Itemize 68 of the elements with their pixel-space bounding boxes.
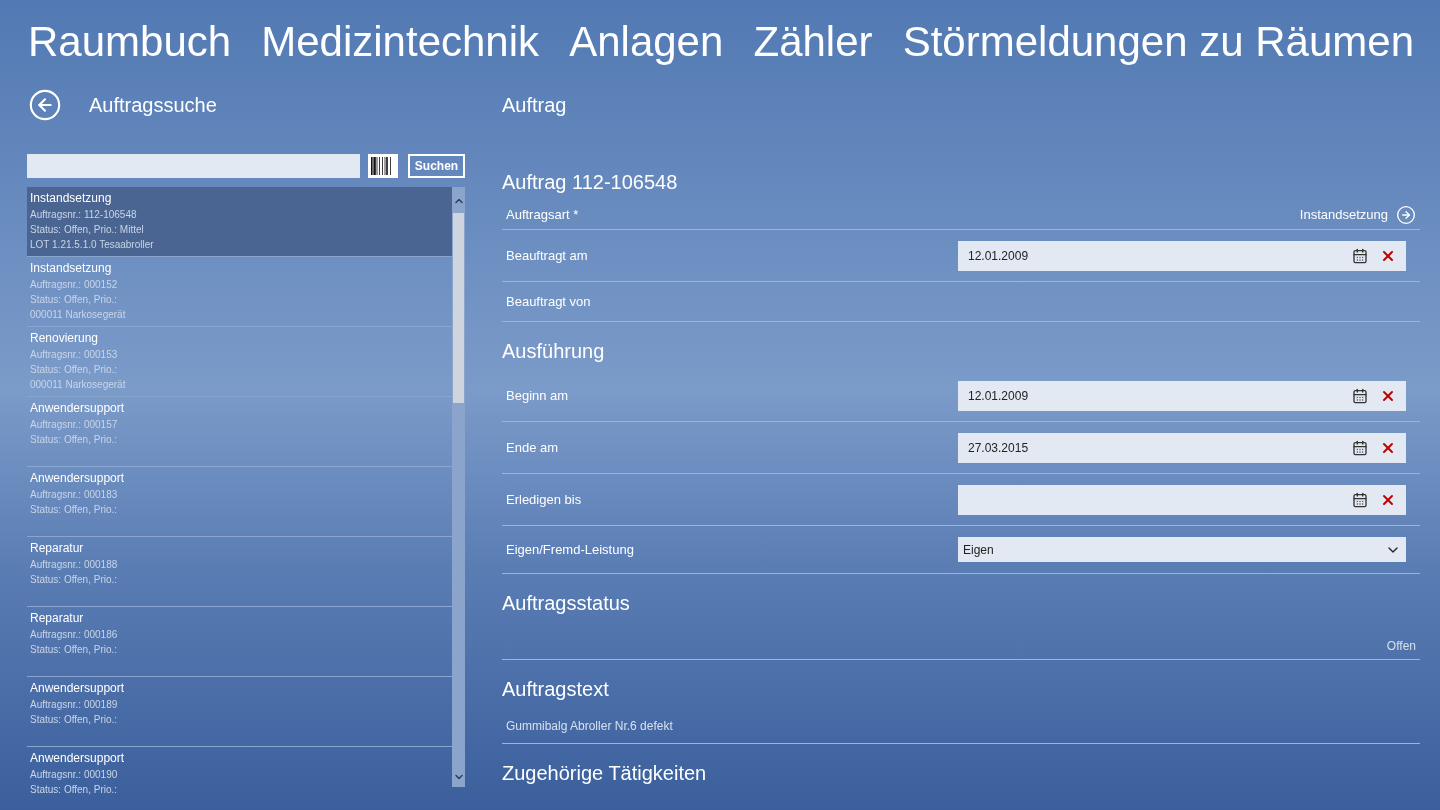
order-detail: Status: Offen, Prio.: Mittel: [30, 223, 145, 237]
nav-tab[interactable]: Raumbuch: [28, 9, 232, 73]
order-detail: Auftragsnr.: 000183: [30, 488, 119, 502]
detail-title: Auftrag: [502, 93, 567, 118]
order-type-link[interactable]: Instandsetzung: [1299, 204, 1416, 225]
section-heading: Ausführung: [502, 339, 605, 364]
search-field[interactable]: [27, 154, 360, 178]
order-detail: Auftragsnr.: 000189: [30, 698, 119, 712]
field-label: Eigen/Fremd-Leistung: [506, 540, 635, 559]
back-icon[interactable]: [28, 88, 62, 122]
order-type: Reparatur: [30, 610, 85, 627]
field-label: Ende am: [506, 438, 560, 457]
field-label: Erledigen bis: [506, 490, 583, 509]
order-detail: Status: Offen, Prio.:: [30, 573, 119, 587]
order-type: Anwendersupport: [30, 470, 126, 487]
order-list-item[interactable]: Instandsetzung Auftragsnr.: 112-106548 Status: Offen, Prio.: Mittel LOT 1.21.5.1.0 Tesaabroller: [27, 187, 452, 257]
order-detail: Status: Offen, Prio.:: [30, 363, 119, 377]
order-detail: Status: Offen, Prio.:: [30, 783, 119, 797]
order-detail: Auftragsnr.: 000190: [30, 768, 119, 782]
order-type: Instandsetzung: [30, 190, 113, 207]
nav-tab[interactable]: Störmeldungen zu Räumen: [902, 9, 1414, 73]
order-detail: Auftragsnr.: 000186: [30, 628, 119, 642]
dropdown-field[interactable]: Eigen: [958, 537, 1406, 562]
order-detail: Auftragsnr.: 000188: [30, 558, 119, 572]
order-detail: 000011 Narkosegerät: [30, 378, 127, 392]
date-field[interactable]: 12.01.2009: [958, 380, 1406, 411]
search-button[interactable]: Suchen: [408, 154, 465, 178]
calendar-icon[interactable]: [1352, 247, 1368, 264]
order-type: Reparatur: [30, 540, 85, 557]
status-value: Offen: [1386, 638, 1416, 655]
field-label: Beginn am: [506, 386, 570, 405]
order-detail: Status: Offen, Prio.:: [30, 713, 119, 727]
date-field[interactable]: 27.03.2015: [958, 432, 1406, 463]
calendar-icon[interactable]: [1352, 387, 1368, 404]
calendar-icon[interactable]: [1352, 439, 1368, 456]
order-detail: Auftragsnr.: 000152: [30, 278, 119, 292]
date-field[interactable]: 12.01.2009: [958, 240, 1406, 271]
section-heading: Auftrag 112-106548: [502, 170, 678, 195]
order-type: Renovierung: [30, 330, 100, 347]
order-type: Anwendersupport: [30, 750, 126, 767]
nav-tab[interactable]: Zähler: [753, 9, 873, 73]
order-text: Gummibalg Abroller Nr.6 defekt: [506, 717, 673, 735]
section-heading: Auftragsstatus: [502, 591, 630, 616]
nav-tab[interactable]: Medizintechnik: [261, 9, 540, 73]
nav-tab[interactable]: Anlagen: [569, 9, 724, 73]
order-detail: Auftragsnr.: 000157: [30, 418, 119, 432]
order-detail: Auftragsnr.: 112-106548: [30, 208, 138, 222]
calendar-icon[interactable]: [1352, 491, 1368, 508]
field-label: Beauftragt von: [506, 292, 591, 311]
field-label: Auftragsart *: [506, 205, 579, 224]
order-detail: Status: Offen, Prio.:: [30, 643, 119, 657]
order-detail: 000011 Narkosegerät: [30, 308, 127, 322]
order-type: Anwendersupport: [30, 400, 126, 417]
order-detail: Status: Offen, Prio.:: [30, 293, 119, 307]
date-field[interactable]: [958, 484, 1406, 515]
order-detail: Status: Offen, Prio.:: [30, 503, 119, 517]
order-type: Instandsetzung: [30, 260, 113, 277]
section-heading: Zugehörige Tätigkeiten: [502, 761, 707, 786]
order-detail: LOT 1.21.5.1.0 Tesaabroller: [30, 238, 155, 252]
order-detail: Status: Offen, Prio.:: [30, 433, 119, 447]
order-type: Anwendersupport: [30, 680, 126, 697]
page-title: Auftragssuche: [89, 93, 217, 118]
arrow-right-icon: [1396, 204, 1416, 225]
section-heading: Auftragstext: [502, 677, 609, 702]
field-label: Beauftragt am: [506, 246, 589, 265]
barcode-icon[interactable]: [368, 154, 398, 178]
scrollbar[interactable]: [452, 187, 465, 787]
order-detail: Auftragsnr.: 000153: [30, 348, 119, 362]
